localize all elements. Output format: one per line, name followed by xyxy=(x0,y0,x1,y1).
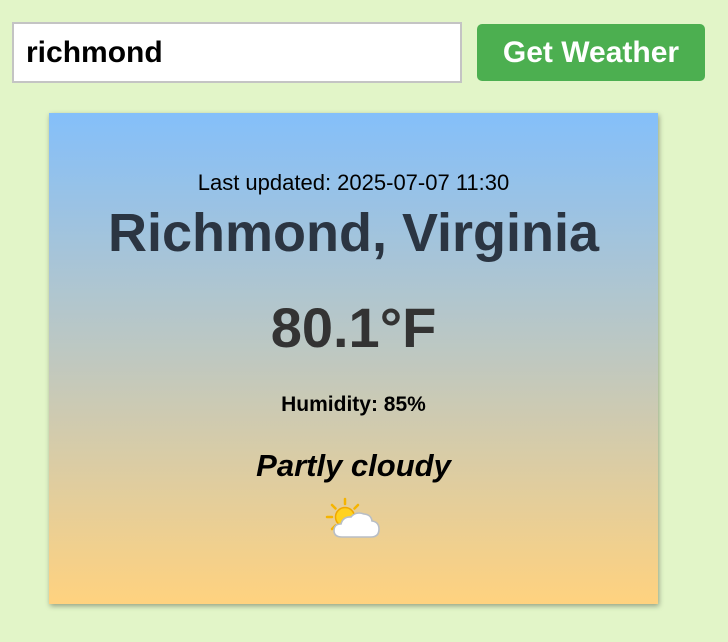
humidity-text: Humidity: 85% xyxy=(281,393,426,416)
weather-card: Last updated: 2025-07-07 11:30 Richmond,… xyxy=(49,113,658,604)
condition-text: Partly cloudy xyxy=(256,448,451,483)
location-title: Richmond, Virginia xyxy=(107,203,600,263)
partly-cloudy-icon xyxy=(325,497,383,541)
last-updated-text: Last updated: 2025-07-07 11:30 xyxy=(197,170,510,195)
get-weather-button[interactable]: Get Weather xyxy=(477,24,705,81)
temperature-value: 80.1°F xyxy=(270,296,437,359)
city-search-input[interactable] xyxy=(12,22,462,83)
